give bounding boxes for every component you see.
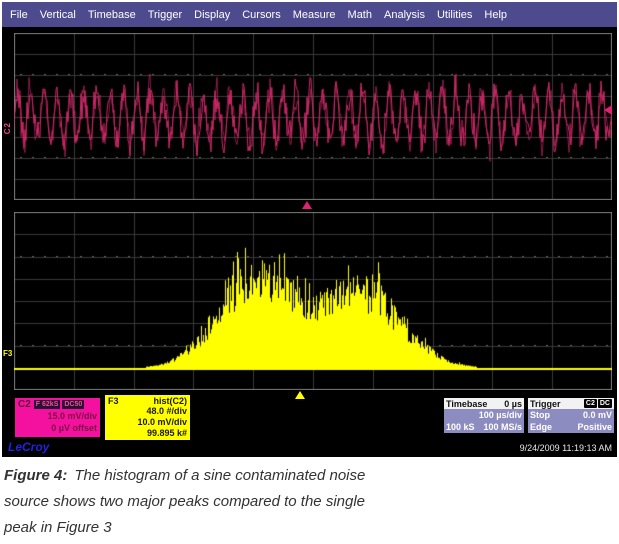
f3-trace-label: F3	[3, 349, 12, 358]
timebase-panel[interactable]: Timebase 0 µs 100 µs/div 100 kS 100 MS/s	[444, 398, 524, 433]
caption-line-2: source shows two major peaks compared to…	[4, 489, 484, 515]
timestamp: 9/24/2009 11:19:13 AM	[520, 443, 612, 453]
menu-bar: File Vertical Timebase Trigger Display C…	[2, 2, 617, 27]
menu-analysis[interactable]: Analysis	[384, 9, 425, 21]
trigger-level: 0.0 mV	[583, 409, 612, 421]
f3-population: 99.895 k#	[108, 428, 187, 439]
menu-vertical[interactable]: Vertical	[40, 9, 76, 21]
figure-caption: Figure 4:The histogram of a sine contami…	[4, 463, 484, 541]
trigger-source-badge: C2	[584, 399, 597, 408]
menu-math[interactable]: Math	[348, 9, 372, 21]
c2-coupling-badge: DC50	[62, 400, 84, 409]
f3-histogram-canvas	[14, 212, 612, 390]
timebase-title: Timebase	[446, 399, 487, 409]
oscilloscope-screenshot: File Vertical Timebase Trigger Display C…	[0, 0, 619, 544]
c2-trace-canvas	[14, 33, 612, 200]
trigger-time-marker[interactable]	[302, 201, 312, 209]
f3-count-scale: 48.0 #/div	[108, 406, 187, 417]
trigger-coupling-badge: DC	[598, 399, 612, 408]
menu-help[interactable]: Help	[484, 9, 507, 21]
c2-offset: 0 µV offset	[18, 422, 97, 434]
c2-vertical-scale: 15.0 mV/div	[18, 410, 97, 422]
c2-channel-label: C2	[18, 399, 31, 410]
menu-trigger[interactable]: Trigger	[148, 9, 182, 21]
c2-trace-label: C2	[3, 122, 12, 134]
f3-bin-scale: 10.0 mV/div	[108, 417, 187, 428]
timebase-delay: 0 µs	[504, 399, 522, 409]
histogram-center-marker[interactable]	[295, 391, 305, 399]
f3-channel-label: F3	[108, 396, 119, 406]
menu-measure[interactable]: Measure	[293, 9, 336, 21]
trigger-mode: Stop	[530, 409, 550, 421]
menu-display[interactable]: Display	[194, 9, 230, 21]
menu-utilities[interactable]: Utilities	[437, 9, 472, 21]
c2-sampling-badge: F 62kS	[34, 400, 61, 409]
trigger-level-marker[interactable]	[604, 105, 612, 115]
caption-line-1: Figure 4:The histogram of a sine contami…	[4, 463, 484, 489]
timebase-samplerate: 100 MS/s	[483, 421, 522, 433]
lecroy-logo: LeCroy	[8, 440, 49, 454]
timebase-scale: 100 µs/div	[479, 409, 522, 421]
c2-descriptor-panel[interactable]: C2 F 62kS DC50 15.0 mV/div 0 µV offset	[14, 397, 101, 438]
caption-line-3: peak in Figure 3	[4, 515, 484, 541]
f3-grid	[14, 212, 612, 390]
menu-timebase[interactable]: Timebase	[88, 9, 136, 21]
trigger-type: Edge	[530, 421, 552, 433]
timebase-samples: 100 kS	[446, 421, 475, 433]
c2-grid	[14, 33, 612, 200]
menu-cursors[interactable]: Cursors	[242, 9, 281, 21]
scope-window: File Vertical Timebase Trigger Display C…	[2, 2, 617, 457]
caption-label: Figure 4:	[4, 467, 67, 484]
f3-descriptor-panel[interactable]: F3 hist(C2) 48.0 #/div 10.0 mV/div 99.89…	[104, 394, 191, 441]
trigger-title: Trigger	[530, 399, 561, 409]
trigger-slope: Positive	[577, 421, 612, 433]
trigger-panel[interactable]: Trigger C2 DC Stop 0.0 mV Edge Positive	[528, 398, 614, 433]
waveform-display: C2 F3 C2 F 62kS DC50 15.0 mV/div 0 µV of…	[2, 27, 617, 457]
f3-function-label: hist(C2)	[154, 396, 188, 406]
menu-file[interactable]: File	[10, 9, 28, 21]
